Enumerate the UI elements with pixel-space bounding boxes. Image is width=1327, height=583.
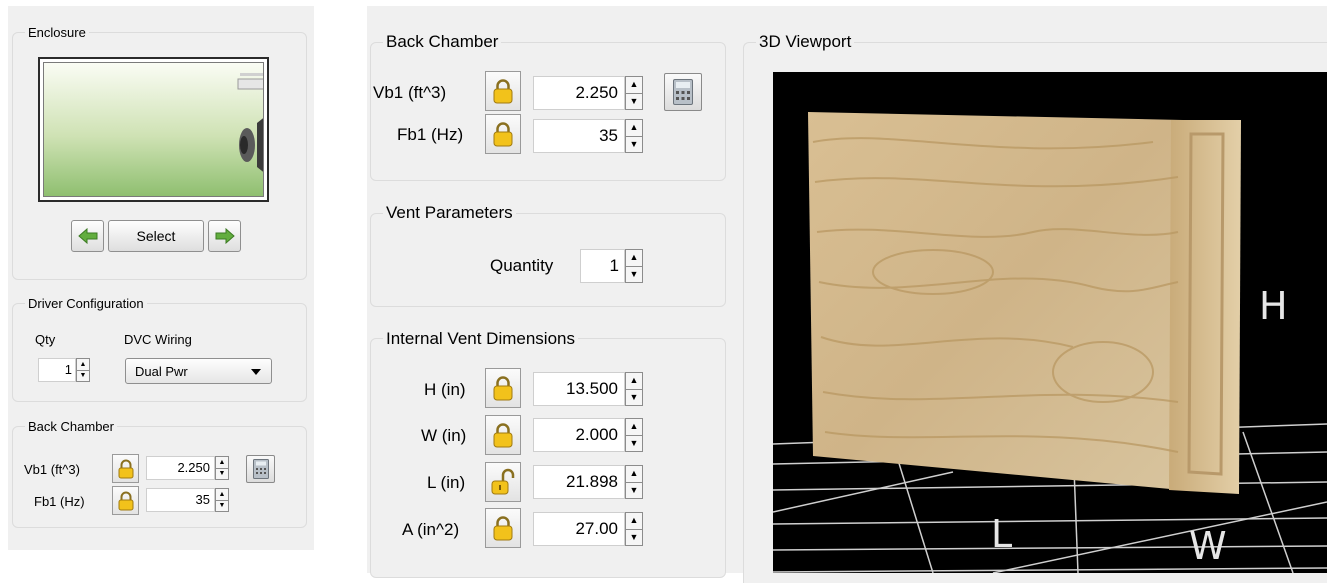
back-chamber-group	[370, 42, 726, 181]
vent-h-stepper[interactable]: ▲ ▼	[625, 372, 643, 406]
left-fb1-field[interactable]: 35	[146, 488, 215, 512]
dvc-wiring-label: DVC Wiring	[124, 332, 192, 347]
prev-enclosure-button[interactable]	[71, 220, 104, 252]
enclosure-model	[808, 112, 1241, 494]
vent-w-lock-button[interactable]	[485, 415, 521, 455]
driver-qty-stepper[interactable]: ▲ ▼	[76, 358, 90, 382]
stepper-down-icon[interactable]: ▼	[216, 499, 228, 512]
lock-icon	[493, 423, 513, 448]
next-enclosure-button[interactable]	[208, 220, 241, 252]
stepper-up-icon[interactable]: ▲	[77, 359, 89, 370]
vb1-label: Vb1 (ft^3)	[373, 83, 447, 102]
qty-label: Qty	[35, 332, 56, 347]
stepper-up-icon[interactable]: ▲	[626, 120, 642, 136]
fb1-label: Fb1 (Hz)	[397, 125, 464, 144]
fb1-lock-button[interactable]	[485, 114, 521, 154]
vent-w-label: W (in)	[421, 426, 467, 445]
vb1-lock-button[interactable]	[485, 71, 521, 111]
lock-icon	[493, 516, 513, 541]
stepper-down-icon[interactable]: ▼	[626, 265, 642, 283]
vent-a-field[interactable]: 27.00	[533, 512, 625, 546]
main-panel: Back Chamber Vb1 (ft^3) 2.250 ▲ ▼ Fb1 (H…	[367, 6, 1327, 583]
vent-parameters-group-title: Vent Parameters	[383, 203, 516, 223]
dvc-wiring-value: Dual Pwr	[135, 364, 188, 379]
fb1-stepper[interactable]: ▲ ▼	[625, 119, 643, 153]
stepper-up-icon[interactable]: ▲	[626, 466, 642, 482]
calculator-icon	[252, 459, 269, 479]
vent-a-label: A (in^2)	[402, 520, 460, 539]
driver-qty-field[interactable]: 1	[38, 358, 76, 382]
chevron-down-icon	[251, 369, 261, 375]
axis-label-l: L	[991, 512, 1013, 556]
stepper-up-icon[interactable]: ▲	[626, 373, 642, 389]
stepper-up-icon[interactable]: ▲	[626, 77, 642, 93]
vent-w-stepper[interactable]: ▲ ▼	[625, 418, 643, 452]
left-vb1-calculator-button[interactable]	[246, 455, 275, 483]
enclosure-group-title: Enclosure	[25, 25, 89, 40]
left-vb1-stepper[interactable]: ▲ ▼	[215, 456, 229, 480]
vb1-calculator-button[interactable]	[664, 73, 702, 111]
driver-config-group-title: Driver Configuration	[25, 296, 147, 311]
stepper-down-icon[interactable]: ▼	[77, 369, 89, 382]
stepper-down-icon[interactable]: ▼	[626, 434, 642, 452]
fb1-field[interactable]: 35	[533, 119, 625, 153]
vent-l-lock-button[interactable]	[485, 462, 521, 502]
vent-quantity-field[interactable]: 1	[580, 249, 625, 283]
lock-icon	[118, 491, 133, 510]
viewport-canvas[interactable]: H W L	[773, 72, 1327, 573]
vent-h-label: H (in)	[424, 380, 466, 399]
viewport-scene	[773, 112, 1327, 573]
vent-l-field[interactable]: 21.898	[533, 465, 625, 499]
vent-a-lock-button[interactable]	[485, 508, 521, 548]
left-arrow-icon	[77, 228, 97, 244]
lock-icon	[493, 376, 513, 401]
left-fb1-lock-button[interactable]	[112, 486, 139, 515]
left-panel: Enclosure Select Driver Configuration Qt…	[8, 6, 314, 550]
enclosure-preview	[38, 57, 269, 202]
vent-h-field[interactable]: 13.500	[533, 372, 625, 406]
dvc-wiring-select[interactable]: Dual Pwr	[125, 358, 272, 384]
stepper-down-icon[interactable]: ▼	[626, 528, 642, 546]
lock-icon	[493, 79, 513, 104]
stepper-down-icon[interactable]: ▼	[626, 481, 642, 499]
left-vb1-label: Vb1 (ft^3)	[24, 462, 80, 477]
internal-vent-group-title: Internal Vent Dimensions	[383, 329, 578, 349]
lock-icon	[118, 459, 133, 478]
select-button-label: Select	[136, 228, 176, 244]
axis-label-h: H	[1259, 284, 1288, 328]
stepper-up-icon[interactable]: ▲	[626, 419, 642, 435]
viewport-group-title: 3D Viewport	[756, 32, 855, 52]
calculator-icon	[673, 79, 693, 105]
axis-label-w: W	[1189, 524, 1227, 568]
vent-w-field[interactable]: 2.000	[533, 418, 625, 452]
stepper-up-icon[interactable]: ▲	[216, 489, 228, 500]
stepper-down-icon[interactable]: ▼	[626, 135, 642, 153]
select-enclosure-button[interactable]: Select	[108, 220, 204, 252]
stepper-down-icon[interactable]: ▼	[626, 92, 642, 110]
vent-l-stepper[interactable]: ▲ ▼	[625, 465, 643, 499]
vent-quantity-label: Quantity	[490, 256, 554, 275]
vent-h-lock-button[interactable]	[485, 368, 521, 408]
vent-l-label: L (in)	[427, 473, 466, 492]
vb1-stepper[interactable]: ▲ ▼	[625, 76, 643, 110]
vb1-field[interactable]: 2.250	[533, 76, 625, 110]
driver-config-group	[12, 303, 307, 402]
vent-a-stepper[interactable]: ▲ ▼	[625, 512, 643, 546]
left-fb1-label: Fb1 (Hz)	[34, 494, 85, 509]
right-arrow-icon	[215, 228, 235, 244]
stepper-down-icon[interactable]: ▼	[216, 467, 228, 480]
left-vb1-lock-button[interactable]	[112, 454, 139, 483]
back-chamber-group-title: Back Chamber	[383, 32, 502, 52]
stepper-up-icon[interactable]: ▲	[626, 513, 642, 529]
left-vb1-field[interactable]: 2.250	[146, 456, 215, 480]
stepper-up-icon[interactable]: ▲	[626, 250, 642, 266]
lock-icon	[493, 122, 513, 147]
stepper-up-icon[interactable]: ▲	[216, 457, 228, 468]
unlock-icon	[491, 468, 515, 495]
left-fb1-stepper[interactable]: ▲ ▼	[215, 488, 229, 512]
left-back-chamber-group-title: Back Chamber	[25, 419, 117, 434]
vent-quantity-stepper[interactable]: ▲ ▼	[625, 249, 643, 283]
stepper-down-icon[interactable]: ▼	[626, 388, 642, 406]
enclosure-diagram-icon	[237, 73, 263, 172]
